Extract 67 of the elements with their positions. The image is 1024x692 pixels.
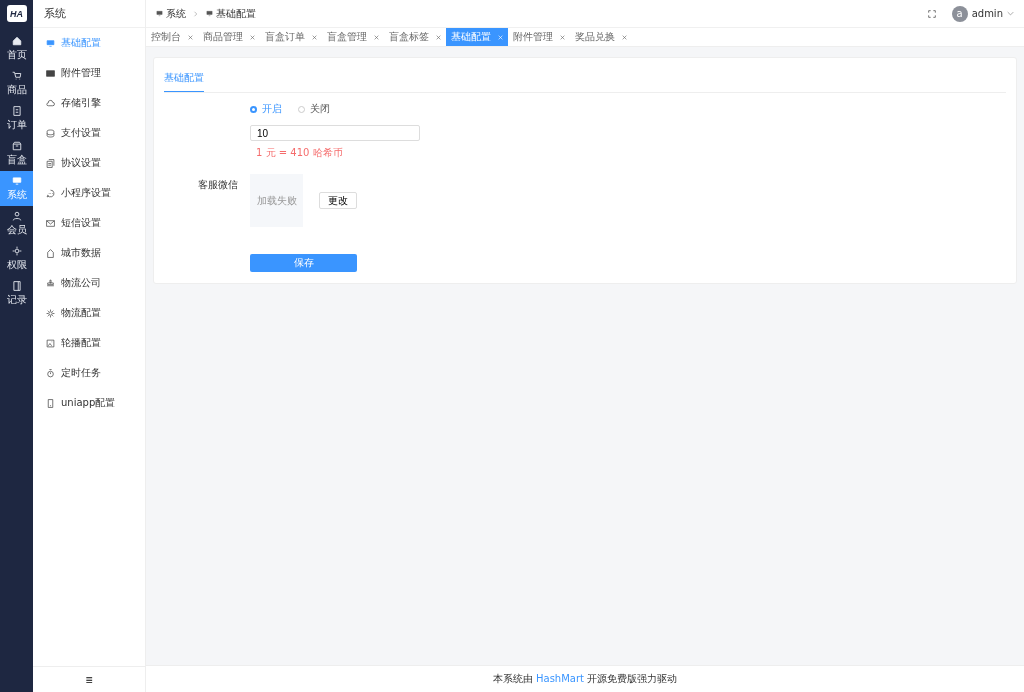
logo: HA [6,5,27,22]
close-icon[interactable] [560,34,565,40]
change-button[interactable]: 更改 [319,192,357,209]
rail-nav-item[interactable]: 首页 [0,31,33,66]
user-icon [11,210,22,221]
sidebar-item[interactable]: 协议设置 [33,148,145,178]
box-icon [11,140,22,151]
breadcrumb-link[interactable]: 基础配置 [216,6,256,21]
pic-icon [46,338,55,348]
close-icon[interactable] [188,34,193,40]
doc-icon [11,105,22,116]
hint-text: 1 元 = 410 哈希币 [256,146,343,160]
monitor-icon [156,10,163,17]
sidebar-item[interactable]: uniapp配置 [33,388,145,418]
close-icon[interactable] [250,34,255,40]
phone-icon [46,398,55,408]
sidebar-item[interactable]: 定时任务 [33,358,145,388]
monitor-icon [206,10,213,17]
sidebar-title: 系统 [33,0,145,28]
sidebar-item[interactable]: 支付设置 [33,118,145,148]
monitor-icon [11,175,22,186]
input-field[interactable]: 10 [250,125,420,141]
rail-nav-item[interactable]: 权限 [0,241,33,276]
close-icon[interactable] [436,34,441,40]
sidebar-item[interactable]: 轮播配置 [33,328,145,358]
sidebar-item[interactable]: 存储引擎 [33,88,145,118]
timer-icon [46,368,55,378]
rail-nav-item[interactable]: 记录 [0,276,33,311]
page-tab[interactable]: 盲盒订单 [260,28,322,46]
page-tab[interactable]: 附件管理 [508,28,570,46]
monitor-icon [46,38,55,48]
footer-text: 本系统由 HashMart 开源免费版强力驱动 [492,672,678,686]
db-icon [46,128,55,138]
close-icon[interactable] [622,34,627,40]
page-tab[interactable]: 奖品兑换 [570,28,632,46]
page-tab[interactable]: 商品管理 [198,28,260,46]
mail-icon [46,218,55,228]
cloud-icon [46,98,55,108]
page-tab[interactable]: 盲盒管理 [322,28,384,46]
rail-nav-item[interactable]: 盲盒 [0,136,33,171]
breadcrumb-link[interactable]: 系统 [166,6,186,21]
copy-icon [46,158,55,168]
username[interactable]: admin [971,8,1003,19]
sidebar-item[interactable]: 附件管理 [33,58,145,88]
house-icon [46,248,55,258]
sidebar-item[interactable]: 物流配置 [33,298,145,328]
rail-nav-item[interactable]: 订单 [0,101,33,136]
page-tab[interactable]: 盲盒标签 [384,28,446,46]
close-icon[interactable] [374,34,379,40]
chevron-down-icon[interactable] [1007,11,1014,16]
sidebar-item[interactable]: 小程序设置 [33,178,145,208]
cart-icon [11,70,22,81]
book-icon [11,280,22,291]
image-error-text: 加载失败 [256,193,297,208]
home-icon [11,35,22,46]
fullscreen-icon[interactable] [927,9,936,18]
chevron-right-icon [193,10,199,17]
close-icon[interactable] [312,34,317,40]
page-tab[interactable]: 控制台 [146,28,198,46]
sidebar-item[interactable]: 短信设置 [33,208,145,238]
field-label: 客服微信 [198,178,238,192]
sidebar-item[interactable]: 城市数据 [33,238,145,268]
stamp-icon [46,278,55,288]
sidebar-item[interactable]: 物流公司 [33,268,145,298]
radio-option[interactable]: 关闭 [298,102,330,116]
rail-nav-item[interactable]: 商品 [0,66,33,101]
rail-nav-item[interactable]: 会员 [0,206,33,241]
